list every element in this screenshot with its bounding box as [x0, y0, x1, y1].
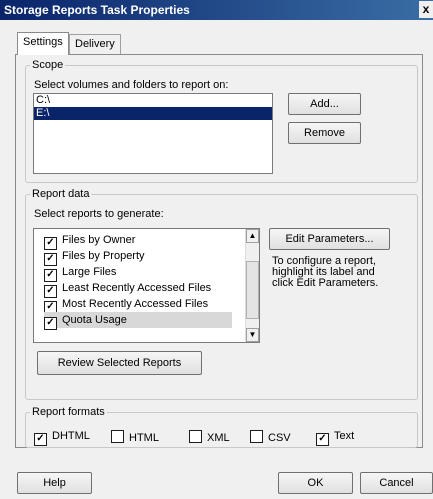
edit-parameters-button[interactable]: Edit Parameters...: [269, 228, 390, 250]
remove-button[interactable]: Remove: [288, 122, 361, 144]
check-icon: ✓: [46, 253, 55, 264]
checkbox[interactable]: [111, 430, 124, 443]
volume-item-e[interactable]: E:\: [34, 107, 272, 120]
check-icon: ✓: [46, 317, 55, 328]
checkbox[interactable]: ✓: [316, 433, 329, 446]
format-xml-checkbox[interactable]: XML: [189, 430, 230, 444]
edit-parameters-help-text: To configure a report, highlight its lab…: [272, 255, 379, 289]
report-data-legend: Report data: [32, 188, 90, 200]
close-button[interactable]: x: [419, 1, 433, 18]
format-text-checkbox[interactable]: ✓ Text: [316, 430, 354, 446]
report-list-scrollbar[interactable]: ▲ ▼: [245, 229, 259, 342]
format-html-checkbox[interactable]: HTML: [111, 430, 159, 444]
tab-settings-label: Settings: [23, 36, 63, 48]
report-item-files-by-property[interactable]: ✓ Files by Property: [44, 248, 145, 266]
tab-delivery-label: Delivery: [75, 38, 115, 50]
scope-prompt: Select volumes and folders to report on:: [34, 79, 229, 91]
tab-delivery[interactable]: Delivery: [69, 34, 121, 54]
volume-item-c[interactable]: C:\: [34, 94, 272, 107]
report-item-label: Large Files: [62, 266, 117, 278]
tab-settings[interactable]: Settings: [17, 32, 69, 55]
title-bar: Storage Reports Task Properties x: [0, 0, 433, 20]
check-icon: ✓: [46, 237, 55, 248]
volume-list[interactable]: C:\ E:\: [33, 93, 273, 174]
window-title: Storage Reports Task Properties: [4, 3, 190, 17]
scroll-down-button[interactable]: ▼: [246, 328, 259, 342]
check-icon: ✓: [318, 433, 327, 444]
format-label: Text: [334, 430, 355, 442]
close-icon: x: [422, 2, 430, 16]
report-list[interactable]: ✓ Files by Owner ✓ Files by Property ✓ Larg…: [33, 228, 260, 343]
add-button[interactable]: Add...: [288, 93, 361, 115]
format-label: HTML: [129, 432, 159, 444]
checkbox[interactable]: ✓: [44, 317, 57, 330]
cancel-button[interactable]: Cancel: [360, 472, 433, 494]
format-label: CSV: [268, 432, 291, 444]
checkbox[interactable]: ✓: [34, 433, 47, 446]
report-item-least-recently-accessed[interactable]: ✓ Least Recently Accessed Files: [44, 280, 212, 298]
report-item-most-recently-accessed[interactable]: ✓ Most Recently Accessed Files: [44, 296, 209, 314]
report-item-label: Files by Owner: [62, 234, 136, 246]
format-dhtml-checkbox[interactable]: ✓ DHTML: [34, 430, 90, 446]
scroll-up-button[interactable]: ▲: [246, 229, 259, 243]
scope-legend: Scope: [32, 59, 64, 71]
report-data-prompt: Select reports to generate:: [34, 208, 164, 220]
report-item-label: Least Recently Accessed Files: [62, 282, 212, 294]
report-item-label: Quota Usage: [62, 314, 127, 326]
ok-button[interactable]: OK: [278, 472, 353, 494]
report-item-label: Most Recently Accessed Files: [62, 298, 209, 310]
checkbox[interactable]: [189, 430, 202, 443]
format-label: DHTML: [52, 430, 90, 442]
review-selected-reports-button[interactable]: Review Selected Reports: [37, 351, 202, 375]
checkbox[interactable]: [250, 430, 263, 443]
report-item-label: Files by Property: [62, 250, 145, 262]
chevron-up-icon: ▲: [248, 231, 257, 240]
format-csv-checkbox[interactable]: CSV: [250, 430, 291, 444]
scroll-thumb[interactable]: [246, 261, 259, 319]
report-item-quota-usage[interactable]: ✓ Quota Usage: [44, 312, 232, 330]
check-icon: ✓: [36, 433, 45, 444]
check-icon: ✓: [46, 269, 55, 280]
report-item-large-files[interactable]: ✓ Large Files: [44, 264, 117, 282]
check-icon: ✓: [46, 285, 55, 296]
chevron-down-icon: ▼: [248, 330, 257, 339]
format-label: XML: [207, 432, 230, 444]
check-icon: ✓: [46, 301, 55, 312]
report-formats-legend: Report formats: [32, 406, 105, 418]
report-item-files-by-owner[interactable]: ✓ Files by Owner: [44, 232, 136, 250]
help-button[interactable]: Help: [17, 472, 92, 494]
